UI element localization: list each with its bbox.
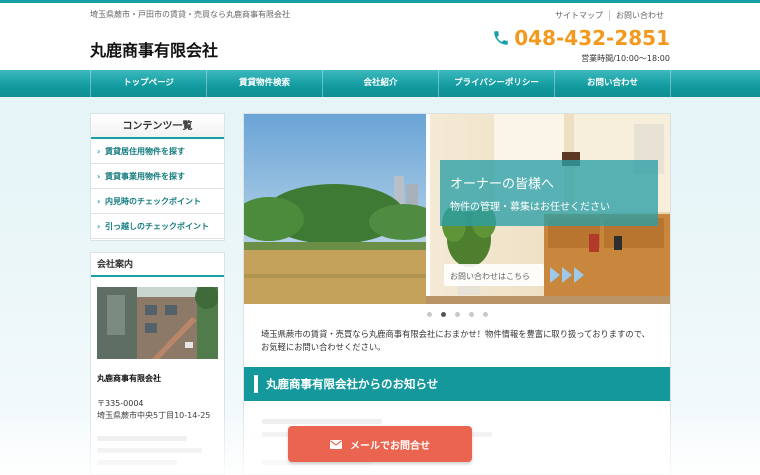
contents-item-viewing-checkpoints[interactable]: 内見時のチェックポイント — [91, 189, 224, 214]
blurred-line — [97, 460, 177, 465]
company-building-photo — [97, 287, 218, 359]
hero-slider[interactable]: オーナーの皆様へ 物件の管理・募集はお任せください お問い合わせはこちら — [244, 114, 670, 304]
company-address: 埼玉県蕨市中央5丁目10-14-25 — [97, 411, 211, 420]
phone-number: 048-432-2851 — [492, 26, 670, 50]
blurred-line — [97, 448, 202, 453]
nav-item-rental-search[interactable]: 賃貸物件検索 — [206, 70, 322, 97]
sitemap-link[interactable]: サイトマップ — [549, 10, 609, 21]
blurred-line — [97, 436, 187, 441]
contents-item-moving-checkpoints[interactable]: 引っ越しのチェックポイント — [91, 214, 224, 239]
mail-contact-button[interactable]: メールでお問合せ — [288, 426, 472, 462]
slider-dot[interactable] — [482, 312, 488, 317]
news-heading-bar: 丸鹿商事有限会社からのお知らせ — [244, 367, 670, 401]
contents-title: コンテンツ一覧 — [91, 114, 224, 139]
mail-contact-label[interactable]: メールでお問合せ — [350, 437, 430, 452]
contact-link[interactable]: お問い合わせ — [609, 10, 670, 21]
slider-dot[interactable] — [468, 312, 474, 317]
blurred-line — [262, 419, 382, 424]
nav-item-privacy[interactable]: プライバシーポリシー — [438, 70, 554, 97]
header-tagline: 埼玉県蕨市・戸田市の賃貸・売買なら丸鹿商事有限会社 — [90, 10, 290, 19]
top-links: サイトマップ お問い合わせ — [549, 10, 670, 21]
contents-box: コンテンツ一覧 賃貸居住用物件を探す 賃貸事業用物件を探す 内見時のチェックポイ… — [90, 113, 225, 241]
site-title[interactable]: 丸鹿商事有限会社 — [90, 37, 218, 61]
phone-icon — [494, 31, 508, 45]
contents-list: 賃貸居住用物件を探す 賃貸事業用物件を探す 内見時のチェックポイント 引っ越しの… — [91, 139, 224, 239]
slider-dot[interactable] — [426, 312, 432, 317]
phone-number-text[interactable]: 048-432-2851 — [514, 26, 670, 50]
company-zip: 〒335-0004 — [97, 399, 144, 408]
slider-subline: 物件の管理・募集はお任せください — [450, 200, 610, 213]
company-title: 会社案内 — [91, 253, 224, 277]
slider-dot-active[interactable] — [440, 312, 446, 317]
intro-text: 埼玉県蕨市の賃貸・売買なら丸鹿商事有限会社におまかせ！物件情報を豊富に取り扱って… — [261, 329, 650, 352]
global-nav: トップページ 賃貸物件検索 会社紹介 プライバシーポリシー お問い合わせ — [0, 70, 760, 97]
envelope-icon — [330, 439, 342, 449]
main-content: オーナーの皆様へ 物件の管理・募集はお任せください お問い合わせはこちら 埼玉県… — [243, 113, 671, 475]
contents-item-residential[interactable]: 賃貸居住用物件を探す — [91, 139, 224, 164]
news-title: 丸鹿商事有限会社からのお知らせ — [266, 377, 439, 391]
site-header: 埼玉県蕨市・戸田市の賃貸・売買なら丸鹿商事有限会社 丸鹿商事有限会社 サイトマッ… — [0, 0, 760, 70]
nav-item-contact[interactable]: お問い合わせ — [554, 70, 671, 97]
slider-headline: オーナーの皆様へ — [450, 177, 554, 192]
contents-item-business[interactable]: 賃貸事業用物件を探す — [91, 164, 224, 189]
business-hours: 営業時間/10:00〜18:00 — [581, 54, 670, 63]
company-box: 会社案内 丸鹿商事有限会社 〒335-0004 埼玉県蕨市中央5丁目10-14-… — [90, 252, 225, 475]
slider-cta-label[interactable]: お問い合わせはこちら — [450, 271, 530, 281]
slider-pagination — [244, 312, 670, 317]
slider-dot[interactable] — [454, 312, 460, 317]
nav-item-company[interactable]: 会社紹介 — [322, 70, 438, 97]
company-name: 丸鹿商事有限会社 — [97, 374, 161, 383]
nav-item-top[interactable]: トップページ — [90, 70, 206, 97]
